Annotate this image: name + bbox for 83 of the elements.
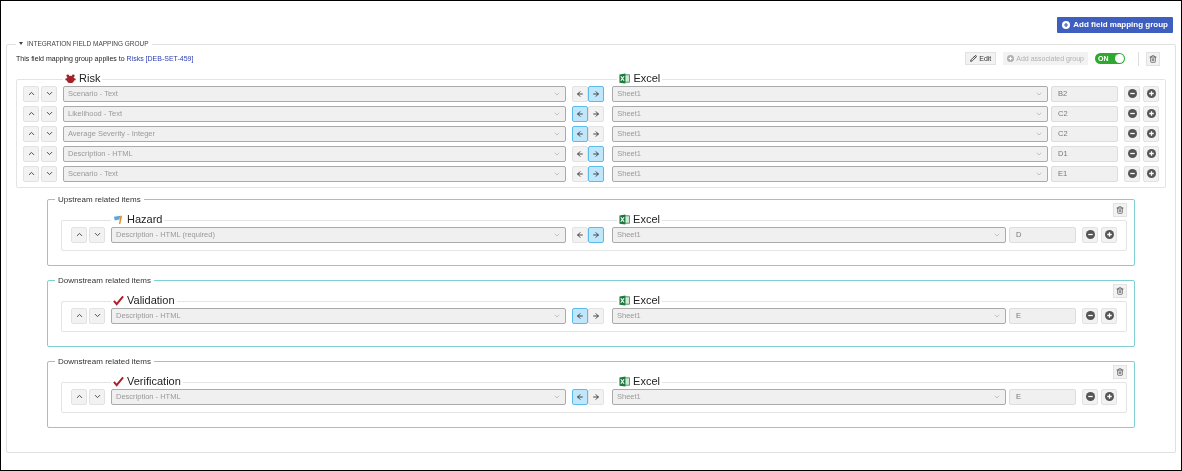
remove-row-button[interactable] [1124,85,1140,102]
arrow-left-icon [576,109,585,118]
spreadsheet-icon [619,72,631,84]
arrow-right-icon [592,129,601,138]
minus-circle-icon [1085,230,1095,240]
arrow-right-icon [592,149,601,158]
minus-circle-icon [1127,129,1137,139]
arrow-left-icon [576,149,585,158]
import-direction-button[interactable] [572,125,589,142]
trash-icon [1116,367,1124,376]
minus-circle-icon [1127,109,1137,119]
target-label: Excel [617,70,663,87]
plus-circle-icon [1146,149,1156,159]
minus-circle-icon [1127,89,1137,99]
checkmark-icon [113,375,124,387]
plus-circle-icon [1104,230,1114,240]
arrow-left-icon [575,392,584,401]
add-row-button[interactable] [1143,105,1159,122]
add-row-button[interactable] [1143,145,1159,162]
trash-icon [1116,286,1124,295]
export-direction-button[interactable] [587,226,604,243]
plus-circle-icon [1146,89,1156,99]
plus-circle-icon [1146,129,1156,139]
spreadsheet-icon [619,213,631,225]
minus-circle-icon [1085,392,1095,402]
arrow-right-icon [591,392,600,401]
plus-circle-icon [1007,55,1015,63]
source-label: Verification [111,373,183,390]
remove-row-button[interactable] [1124,165,1140,182]
spreadsheet-icon [619,294,631,306]
plus-circle-icon [1104,311,1114,321]
import-direction-button[interactable] [571,307,588,324]
target-label: Excel [617,292,662,309]
minus-circle-icon [1127,149,1137,159]
arrow-left-icon [575,311,584,320]
add-row-button[interactable] [1143,85,1159,102]
arrow-right-icon [592,169,601,178]
bug-icon [65,72,76,84]
arrow-right-icon [592,109,601,118]
checkmark-icon [113,294,124,306]
remove-row-button[interactable] [1124,125,1140,142]
delete-button[interactable] [1146,51,1160,66]
arrow-right-icon [591,311,600,320]
import-direction-button[interactable] [571,388,588,405]
target-label: Excel [617,211,662,228]
plus-circle-icon [1146,169,1156,179]
add-row-button[interactable] [1101,307,1117,324]
add-row-button[interactable] [1143,125,1159,142]
flag-icon [113,213,124,225]
export-direction-button[interactable] [588,85,605,102]
import-direction-button[interactable] [572,105,589,122]
pencil-icon [970,55,978,63]
arrow-left-icon [575,230,584,239]
minus-circle-icon [1085,311,1095,321]
add-row-button[interactable] [1101,388,1117,405]
arrow-left-icon [576,89,585,98]
collapse-triangle-icon [19,42,23,46]
arrow-right-icon [591,230,600,239]
delete-button[interactable] [1113,202,1127,217]
add-row-button[interactable] [1101,226,1117,243]
trash-icon [1149,54,1157,63]
source-label: Validation [111,292,177,309]
plus-circle-icon [1146,109,1156,119]
delete-button[interactable] [1113,364,1127,379]
export-direction-button[interactable] [588,145,605,162]
remove-row-button[interactable] [1082,226,1098,243]
add-row-button[interactable] [1143,165,1159,182]
target-label: Excel [617,373,662,390]
plus-circle-icon [1062,21,1071,29]
remove-row-button[interactable] [1082,307,1098,324]
remove-row-button[interactable] [1124,105,1140,122]
plus-circle-icon [1104,392,1114,402]
arrow-left-icon [576,169,585,178]
minus-circle-icon [1127,169,1137,179]
remove-row-button[interactable] [1082,388,1098,405]
arrow-left-icon [576,129,585,138]
remove-row-button[interactable] [1124,145,1140,162]
trash-icon [1116,205,1124,214]
arrow-right-icon [592,89,601,98]
add-field-mapping-group-button[interactable]: Add field mapping group [1057,17,1173,33]
spreadsheet-icon [619,375,631,387]
delete-button[interactable] [1113,283,1127,298]
export-direction-button[interactable] [588,165,605,182]
